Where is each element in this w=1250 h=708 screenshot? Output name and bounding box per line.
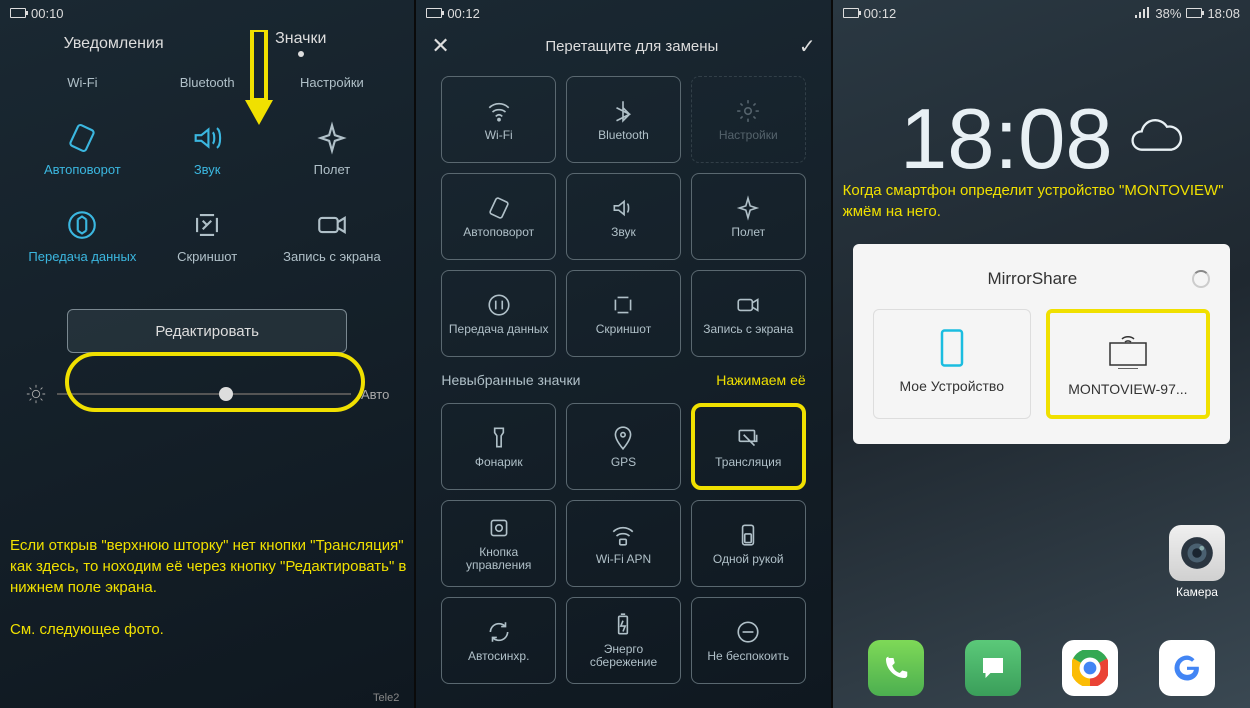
tile-screenshot[interactable]: Скриншот: [145, 192, 270, 279]
clock-small: 18:08: [1207, 6, 1240, 21]
cell-autosync[interactable]: Автосинхр.: [441, 597, 556, 684]
annotation-text-1: Если открыв "верхнюю шторку" нет кнопки …: [10, 535, 414, 640]
qs-grid: Автоповорот Звук Полет Передача данных С…: [0, 105, 414, 279]
battery-percent: 38%: [1155, 6, 1181, 21]
tile-autorotate[interactable]: Автоповорот: [20, 105, 145, 192]
auto-brightness-label[interactable]: Авто: [361, 387, 389, 402]
carrier-label: Tele2: [373, 692, 399, 704]
tile-airplane[interactable]: Полет: [270, 105, 395, 192]
cell-screenshot[interactable]: Скриншот: [566, 270, 681, 357]
cell-bluetooth[interactable]: Bluetooth: [566, 76, 681, 163]
tile-mobiledata[interactable]: Передача данных: [20, 192, 145, 279]
tab-notifications[interactable]: Уведомления: [20, 35, 207, 53]
app-camera[interactable]: [1169, 525, 1225, 581]
panel-1-quicksettings: 00:10 Уведомления Значки Wi-Fi Bluetooth…: [0, 0, 414, 708]
tile-screenrecord[interactable]: Запись с экрана: [270, 192, 395, 279]
status-bar: 00:10: [0, 0, 414, 26]
dialog-title: MirrorShare: [873, 269, 1210, 289]
back-button[interactable]: ✕: [431, 33, 449, 59]
battery-icon: [843, 8, 859, 18]
annotation-hint: Нажимаем её: [716, 372, 805, 388]
annotation-text-2: Когда смартфон определит устройство "MON…: [843, 180, 1235, 222]
status-time: 00:10: [31, 6, 64, 21]
battery-icon-2: [1186, 8, 1202, 18]
confirm-button[interactable]: ✓: [799, 34, 816, 59]
status-bar: 00:12: [416, 0, 830, 26]
dock-chrome[interactable]: [1062, 640, 1118, 696]
lockscreen-clock: 18:08: [833, 91, 1250, 189]
cell-wifi[interactable]: Wi-Fi: [441, 76, 556, 163]
app-camera-label: Камера: [1162, 585, 1232, 599]
dock-messages[interactable]: [965, 640, 1021, 696]
edit-title: Перетащите для замены: [465, 38, 799, 55]
device-mine[interactable]: Мое Устройство: [873, 309, 1031, 419]
label-settings: Настройки: [270, 61, 395, 105]
label-wifi: Wi-Fi: [20, 61, 145, 105]
annotation-arrow: [240, 30, 280, 130]
dock-google[interactable]: [1159, 640, 1215, 696]
cell-wifiapn[interactable]: Wi-Fi APN: [566, 500, 681, 587]
weather-icon: [1128, 113, 1183, 168]
device-montoview[interactable]: MONTOVIEW-97...: [1046, 309, 1210, 419]
panel-3-mirrorshare: 00:12 38% 18:08 18:08 Когда смартфон опр…: [833, 0, 1250, 708]
cell-powersave[interactable]: Энерго сбережение: [566, 597, 681, 684]
cell-navbutton[interactable]: Кнопка управления: [441, 500, 556, 587]
brightness-icon: [25, 383, 47, 405]
status-time: 00:12: [447, 6, 480, 21]
annotation-highlight-edit: [65, 352, 365, 412]
battery-icon: [10, 8, 26, 18]
spinner-icon: [1192, 270, 1210, 288]
edit-header: ✕ Перетащите для замены ✓: [416, 26, 830, 66]
dock-phone[interactable]: [868, 640, 924, 696]
panel-2-edit-tiles: 00:12 ✕ Перетащите для замены ✓ Wi-Fi Bl…: [416, 0, 830, 708]
unselected-header: Невыбранные значки Нажимаем её: [416, 367, 830, 393]
status-bar: 00:12 38% 18:08: [833, 0, 1250, 26]
battery-icon: [426, 8, 442, 18]
signal-icon: [1134, 7, 1150, 19]
cell-airplane[interactable]: Полет: [691, 173, 806, 260]
selected-grid: Wi-Fi Bluetooth Настройки Автоповорот Зв…: [416, 66, 830, 367]
cell-onehand[interactable]: Одной рукой: [691, 500, 806, 587]
cell-flashlight[interactable]: Фонарик: [441, 403, 556, 490]
dock: [833, 640, 1250, 696]
top-labels: Wi-Fi Bluetooth Настройки: [0, 61, 414, 105]
mirrorshare-dialog: MirrorShare Мое Устройство MONTOVIEW-97.…: [853, 244, 1230, 444]
unselected-grid: Фонарик GPS Трансляция Кнопка управления…: [416, 393, 830, 694]
cell-autorotate[interactable]: Автоповорот: [441, 173, 556, 260]
cell-screenrecord[interactable]: Запись с экрана: [691, 270, 806, 357]
edit-button[interactable]: Редактировать: [67, 309, 347, 353]
cell-dnd[interactable]: Не беспокоить: [691, 597, 806, 684]
cell-gps[interactable]: GPS: [566, 403, 681, 490]
status-time: 00:12: [864, 6, 897, 21]
qs-tabs: Уведомления Значки: [0, 26, 414, 61]
cell-mobiledata[interactable]: Передача данных: [441, 270, 556, 357]
cell-sound[interactable]: Звук: [566, 173, 681, 260]
cell-settings[interactable]: Настройки: [691, 76, 806, 163]
cell-cast[interactable]: Трансляция: [691, 403, 806, 490]
tab-icons[interactable]: Значки: [207, 30, 394, 57]
